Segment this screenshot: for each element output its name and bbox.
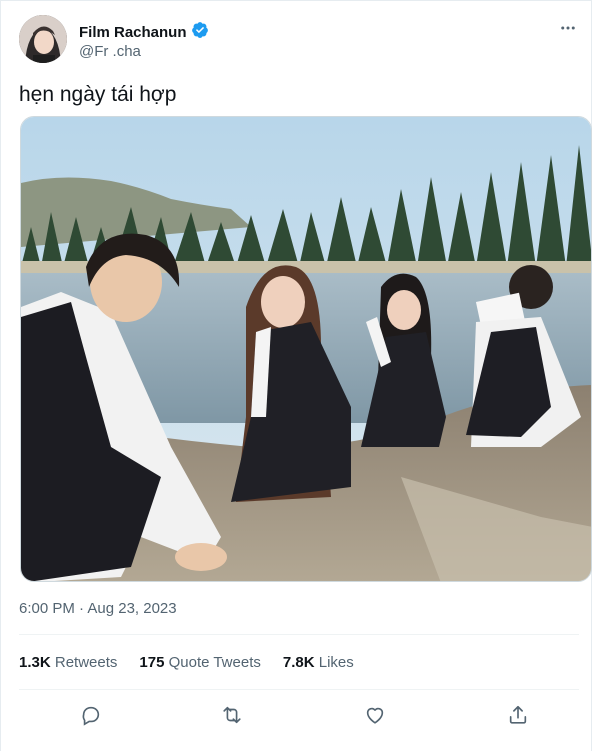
stat-label: Quote Tweets [168,654,261,671]
stat-likes[interactable]: 7.8K Likes [283,654,354,671]
stat-label: Likes [318,654,354,671]
more-horizontal-icon[interactable] [557,17,579,39]
stat-retweets[interactable]: 1.3K Retweets [19,654,117,671]
divider [19,689,579,690]
stat-value: 175 [139,654,165,671]
tweet-header: Film Rachanun @Fr .cha [19,15,579,67]
tweet-timestamp[interactable]: 6:00 PM · Aug 23, 2023 [19,600,177,617]
share-icon[interactable] [503,701,533,729]
reply-icon[interactable] [76,701,106,729]
retweet-icon[interactable] [217,701,247,729]
stat-label: Retweets [54,654,118,671]
stat-value: 1.3K [19,654,51,671]
display-name[interactable]: Film Rachanun [79,24,187,41]
heart-icon[interactable] [360,701,390,729]
tweet-text: hẹn ngày tái hợp [19,83,177,106]
avatar[interactable] [19,15,67,63]
stat-quote-tweets[interactable]: 175 Quote Tweets [139,654,260,671]
tweet-actions [19,701,579,731]
stat-value: 7.8K [282,654,315,671]
divider [19,634,579,635]
tweet-stats: 1.3K Retweets 175 Quote Tweets 7.8K Like… [19,654,354,671]
verified-badge-icon [191,21,209,44]
tweet-photo[interactable] [20,116,592,582]
name-row: Film Rachanun [79,21,209,44]
author-handle[interactable]: @Fr .cha [79,43,141,60]
tweet-detail-card: Film Rachanun @Fr .cha hẹn ngày tái hợp [0,0,592,751]
